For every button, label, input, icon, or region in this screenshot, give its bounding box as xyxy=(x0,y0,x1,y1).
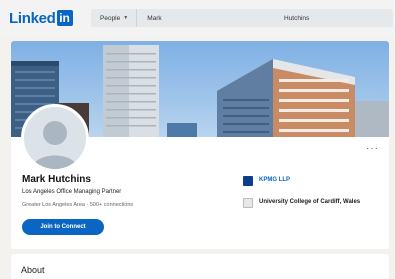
kpmg-logo-icon xyxy=(243,176,253,186)
profile-location: Greater Los Angeles Area · 500+ connecti… xyxy=(22,202,134,208)
search-filter-label: People xyxy=(100,14,121,22)
logo-wordmark: Linked xyxy=(9,9,56,27)
join-to-connect-button[interactable]: Join to Connect xyxy=(22,219,104,235)
profile-name: Mark Hutchins xyxy=(22,174,91,185)
chevron-down-icon: ▼ xyxy=(123,15,129,21)
profile-headline: Los Angeles Office Managing Partner xyxy=(22,189,122,195)
about-section: About xyxy=(11,254,389,279)
university-logo-icon xyxy=(243,198,253,208)
people-search-bar: People ▼ Mark Hutchins xyxy=(91,9,393,27)
education-link[interactable]: University College of Cardiff, Wales xyxy=(243,198,369,208)
about-heading: About xyxy=(21,265,45,275)
more-options-button[interactable]: ··· xyxy=(366,143,379,154)
company-name: KPMG LLP xyxy=(259,177,290,183)
search-filter-dropdown[interactable]: People ▼ xyxy=(91,9,138,27)
last-name-input[interactable]: Hutchins xyxy=(284,15,309,22)
logo-in-badge: in xyxy=(56,10,73,26)
linkedin-logo[interactable]: Linked in xyxy=(9,8,73,28)
first-name-input[interactable]: Mark xyxy=(137,15,277,22)
person-silhouette-icon xyxy=(32,121,78,169)
profile-card: ··· Mark Hutchins Los Angeles Office Man… xyxy=(11,41,389,249)
profile-photo-placeholder xyxy=(21,104,89,172)
top-nav-bar: Linked in People ▼ Mark Hutchins xyxy=(0,0,395,36)
current-company-link[interactable]: KPMG LLP xyxy=(243,176,290,186)
school-name: University College of Cardiff, Wales xyxy=(259,199,361,205)
